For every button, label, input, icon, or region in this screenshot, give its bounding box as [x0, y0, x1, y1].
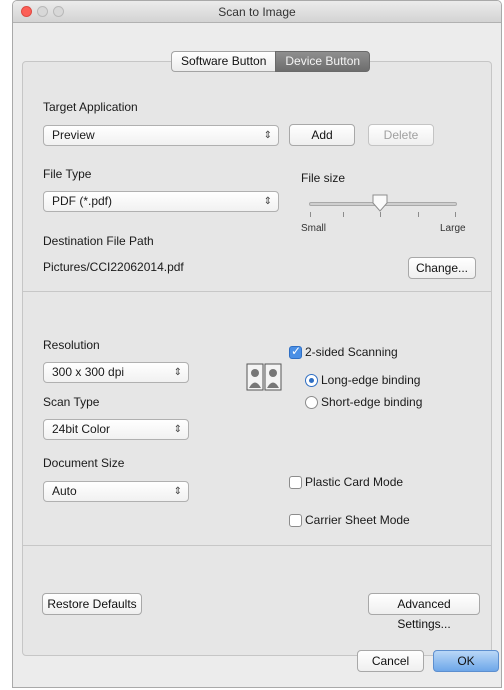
- file-size-label: File size: [301, 171, 346, 185]
- resolution-label: Resolution: [43, 338, 100, 352]
- file-type-value: PDF (*.pdf): [52, 194, 113, 208]
- slider-tick: [418, 212, 419, 217]
- target-application-value: Preview: [52, 128, 95, 142]
- divider: [23, 291, 491, 292]
- plastic-card-mode-checkbox[interactable]: [289, 476, 302, 489]
- long-edge-binding-radio[interactable]: [305, 374, 318, 387]
- advanced-settings-button[interactable]: Advanced Settings...: [368, 593, 480, 631]
- file-size-max-label: Large: [440, 223, 466, 234]
- slider-tick: [380, 212, 381, 217]
- divider: [23, 545, 491, 546]
- short-edge-binding-radio[interactable]: [305, 396, 318, 409]
- file-type-select[interactable]: PDF (*.pdf) ⇕: [43, 191, 279, 212]
- tab-bar: Software Button Device Button: [171, 51, 371, 72]
- title-bar: Scan to Image: [13, 1, 501, 23]
- scan-to-image-window: Scan to Image Software Button Device But…: [12, 0, 502, 688]
- popup-arrows-icon: ⇕: [173, 424, 182, 435]
- slider-tick: [310, 212, 311, 217]
- settings-panel: [22, 61, 492, 656]
- two-sided-scanning-checkbox[interactable]: [289, 344, 302, 359]
- ok-button[interactable]: OK: [433, 650, 499, 672]
- restore-defaults-button[interactable]: Restore Defaults: [42, 593, 142, 615]
- popup-arrows-icon: ⇕: [263, 130, 272, 141]
- change-path-button[interactable]: Change...: [408, 257, 476, 279]
- target-application-select[interactable]: Preview ⇕: [43, 125, 279, 146]
- plastic-card-mode-label: Plastic Card Mode: [305, 475, 404, 489]
- file-type-label: File Type: [43, 167, 92, 181]
- two-sided-scanning-label: 2-sided Scanning: [305, 345, 398, 359]
- carrier-sheet-mode-label: Carrier Sheet Mode: [305, 513, 410, 527]
- long-edge-binding-label: Long-edge binding: [321, 373, 421, 387]
- popup-arrows-icon: ⇕: [263, 196, 272, 207]
- tab-device-button[interactable]: Device Button: [275, 51, 371, 72]
- slider-tick: [455, 212, 456, 217]
- slider-tick: [343, 212, 344, 217]
- document-size-label: Document Size: [43, 456, 125, 470]
- resolution-select[interactable]: 300 x 300 dpi ⇕: [43, 362, 189, 383]
- add-button[interactable]: Add: [289, 124, 355, 146]
- scan-type-value: 24bit Color: [52, 422, 111, 436]
- window-title: Scan to Image: [218, 5, 296, 19]
- destination-path-label: Destination File Path: [43, 234, 154, 248]
- short-edge-binding-label: Short-edge binding: [321, 395, 423, 409]
- destination-path-value: Pictures/CCI22062014.pdf: [43, 260, 184, 274]
- document-size-value: Auto: [52, 484, 77, 498]
- popup-arrows-icon: ⇕: [173, 367, 182, 378]
- duplex-pages-icon: [246, 363, 282, 391]
- resolution-value: 300 x 300 dpi: [52, 365, 125, 379]
- slider-thumb[interactable]: [372, 194, 388, 212]
- scan-type-select[interactable]: 24bit Color ⇕: [43, 419, 189, 440]
- cancel-button[interactable]: Cancel: [357, 650, 424, 672]
- file-size-min-label: Small: [301, 223, 327, 234]
- target-application-label: Target Application: [43, 100, 138, 114]
- tab-software-button[interactable]: Software Button: [171, 51, 276, 72]
- scan-type-label: Scan Type: [43, 395, 100, 409]
- document-size-select[interactable]: Auto ⇕: [43, 481, 189, 502]
- carrier-sheet-mode-checkbox[interactable]: [289, 514, 302, 527]
- delete-button[interactable]: Delete: [368, 124, 434, 146]
- popup-arrows-icon: ⇕: [173, 486, 182, 497]
